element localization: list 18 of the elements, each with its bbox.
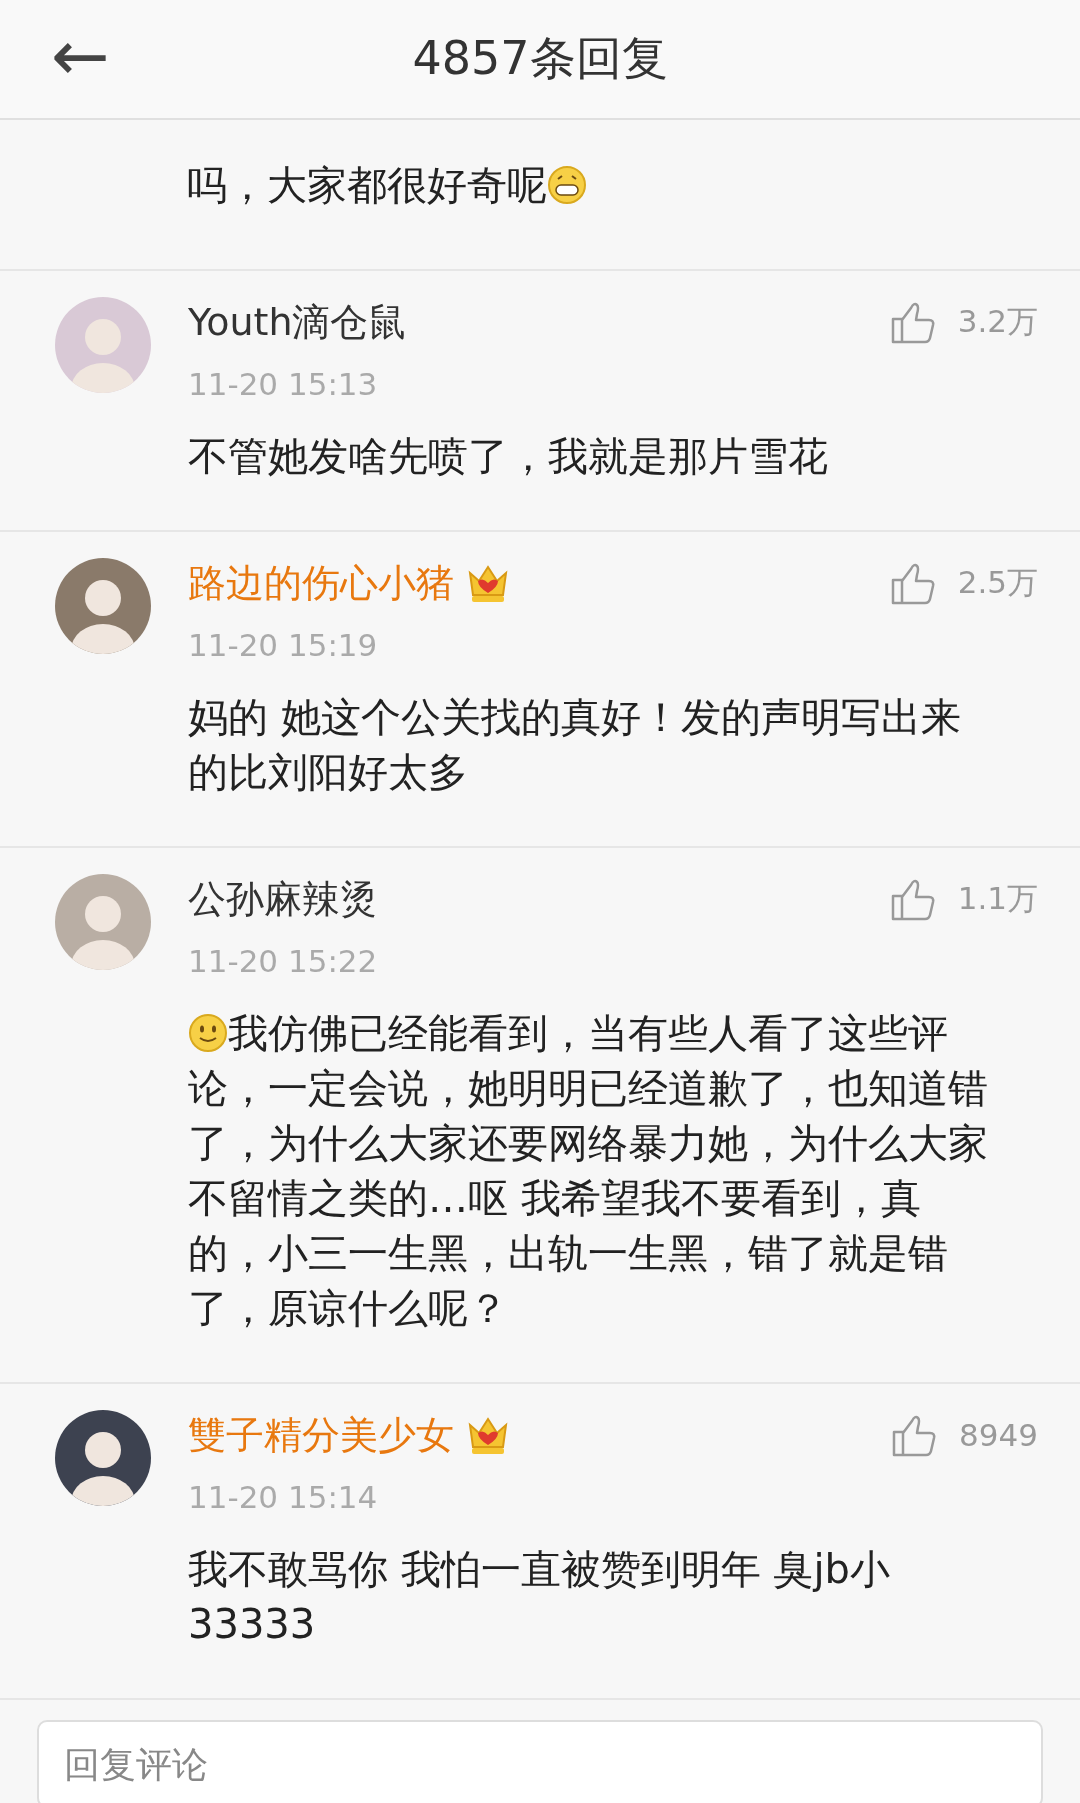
reply-input-field[interactable]: 回复评论 (37, 1720, 1043, 1803)
comment-text: 吗，大家都很好奇呢 (187, 158, 992, 213)
comment-time: 11-20 15:14 (188, 1478, 379, 1517)
like-count: 2.5万 (957, 563, 1038, 602)
comment-time: 11-20 15:13 (188, 365, 379, 404)
username[interactable]: 公孙麻辣烫 (188, 873, 378, 925)
back-button[interactable]: ← (40, 24, 120, 88)
comment-text: 不管她发啥先喷了，我就是那片雪花 (188, 432, 829, 481)
comment-text: 妈的 她这个公关找的真好！发的声明写出来的比刘阳好太多 (188, 693, 962, 797)
page-title: 4857条回复 (412, 30, 668, 87)
like-count: 8949 (959, 1417, 1038, 1453)
comment-text: 我不敢骂你 我怕一直被赞到明年 臭jb小33333 (188, 1545, 891, 1649)
comment-text: 我仿佛已经能看到，当有些人看了这些评论，一定会说，她明明已经道歉了，也知道错了，为什么大家还要网络暴力她，为什么大家不留情之类的…呕 我希望我不要看到，真的，小三一生黑，出轨一生黑，错了就是错了，原谅什么呢？ (188, 1009, 989, 1333)
like-count: 1.1万 (957, 879, 1038, 918)
like-count: 3.2万 (957, 302, 1038, 341)
username[interactable]: Youth滴仓鼠 (188, 296, 407, 348)
comment-time: 11-20 15:19 (188, 626, 379, 665)
comment-time: 11-20 15:22 (188, 942, 379, 981)
